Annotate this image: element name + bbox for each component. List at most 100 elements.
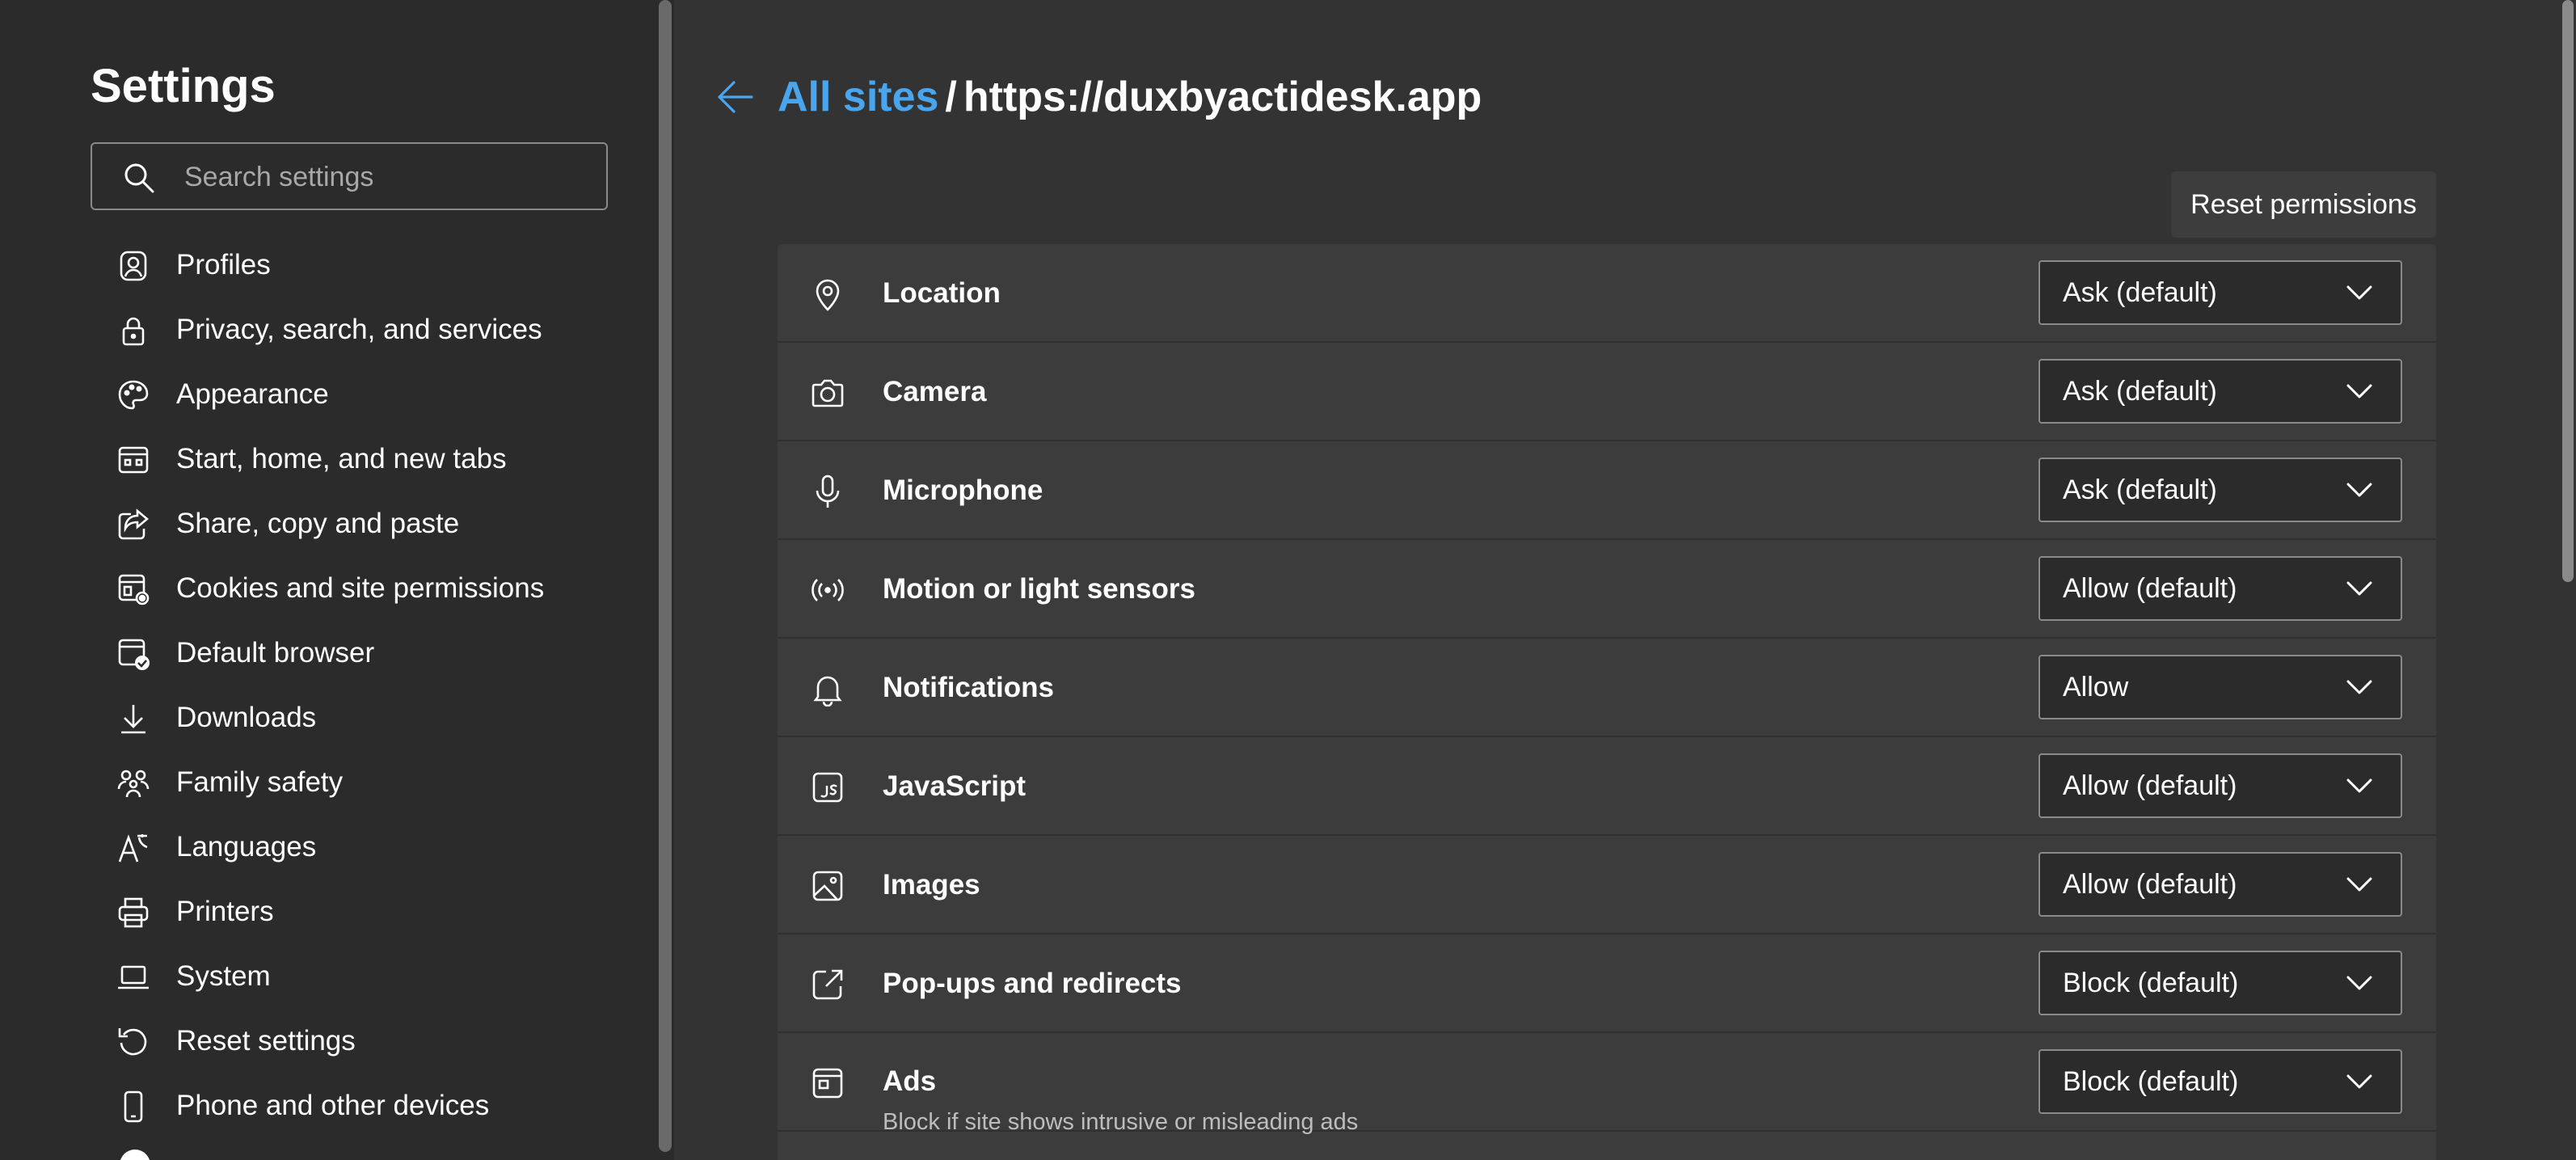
permission-label: Ads [883, 1065, 937, 1097]
default-browser-icon [116, 637, 150, 671]
sidebar-item-label: Share, copy and paste [176, 508, 460, 539]
permission-row-ads: Ads Block if site shows intrusive or mis… [778, 1033, 2436, 1135]
sidebar-item-label: Start, home, and new tabs [176, 443, 507, 475]
search-box[interactable] [91, 142, 608, 210]
sidebar-item-label: Privacy, search, and services [176, 314, 542, 345]
permission-row-location: Location Ask (default) [778, 244, 2436, 343]
reset-permissions-button[interactable]: Reset permissions [2171, 171, 2436, 238]
sidebar-item-label: Downloads [176, 702, 317, 733]
javascript-icon [810, 770, 845, 805]
sidebar-item-family-safety[interactable]: Family safety [91, 750, 640, 815]
languages-icon [116, 831, 150, 865]
dropdown-value: Ask (default) [2063, 475, 2217, 505]
sidebar-item-downloads[interactable]: Downloads [91, 685, 640, 750]
permission-label: Motion or light sensors [883, 573, 1195, 605]
dropdown-value: Allow [2063, 672, 2129, 702]
camera-permission-dropdown[interactable]: Ask (default) [2038, 359, 2402, 424]
main-scrollbar-thumb[interactable] [2562, 0, 2574, 582]
sidebar: Settings Profiles [0, 0, 656, 1160]
ads-icon [810, 1065, 845, 1101]
chevron-down-icon [2346, 380, 2373, 403]
permission-row-microphone: Microphone Ask (default) [778, 441, 2436, 540]
laptop-icon [116, 960, 150, 994]
permission-row-popups: Pop-ups and redirects Block (default) [778, 934, 2436, 1033]
chevron-down-icon [2346, 1070, 2373, 1093]
chevron-down-icon [2346, 972, 2373, 994]
chevron-down-icon [2346, 873, 2373, 896]
cookies-permissions-icon [116, 572, 150, 606]
sidebar-item-profiles[interactable]: Profiles [91, 233, 640, 297]
sidebar-item-partial [120, 1149, 150, 1160]
main-content: All sites / https://duxbyactidesk.app Rese… [676, 0, 2559, 1160]
dropdown-value: Ask (default) [2063, 376, 2217, 407]
chevron-down-icon [2346, 479, 2373, 501]
sidebar-item-share[interactable]: Share, copy and paste [91, 491, 640, 556]
permission-row-javascript: JavaScript Allow (default) [778, 737, 2436, 836]
dropdown-value: Allow (default) [2063, 573, 2237, 604]
permission-row-images: Images Allow (default) [778, 836, 2436, 934]
breadcrumb-separator: / [945, 74, 957, 120]
permission-label: JavaScript [883, 770, 1027, 802]
phone-icon [116, 1090, 150, 1124]
sidebar-item-reset[interactable]: Reset settings [91, 1009, 640, 1074]
settings-window: Settings Profiles [0, 0, 2576, 1160]
back-arrow-icon[interactable] [715, 76, 757, 118]
search-icon [121, 160, 157, 196]
sidebar-item-system[interactable]: System [91, 944, 640, 1009]
images-permission-dropdown[interactable]: Allow (default) [2038, 852, 2402, 917]
popup-icon [810, 967, 845, 1002]
chevron-down-icon [2346, 774, 2373, 797]
sidebar-item-label: Profiles [176, 249, 271, 281]
sidebar-item-appearance[interactable]: Appearance [91, 362, 640, 427]
breadcrumb-all-sites-link[interactable]: All sites [778, 74, 938, 120]
permission-row-camera: Camera Ask (default) [778, 343, 2436, 441]
page-title: https://duxbyactidesk.app [963, 74, 1482, 120]
sidebar-item-label: Languages [176, 831, 317, 863]
sidebar-item-printers[interactable]: Printers [91, 879, 640, 944]
sidebar-nav: Profiles Privacy, search, and services A… [91, 233, 640, 1138]
image-icon [810, 868, 845, 904]
sidebar-item-label: Default browser [176, 637, 375, 669]
reset-icon [116, 1025, 150, 1059]
main-scrollbar[interactable] [2559, 0, 2576, 1160]
dropdown-value: Allow (default) [2063, 869, 2237, 900]
sidebar-item-start-home[interactable]: Start, home, and new tabs [91, 427, 640, 491]
permission-label: Microphone [883, 475, 1043, 506]
breadcrumb: All sites / https://duxbyactidesk.app [778, 66, 1482, 128]
permission-label: Images [883, 869, 980, 901]
sidebar-item-label: Reset settings [176, 1025, 356, 1057]
location-permission-dropdown[interactable]: Ask (default) [2038, 260, 2402, 325]
share-icon [116, 508, 150, 542]
javascript-permission-dropdown[interactable]: Allow (default) [2038, 753, 2402, 818]
popups-permission-dropdown[interactable]: Block (default) [2038, 951, 2402, 1015]
notifications-permission-dropdown[interactable]: Allow [2038, 655, 2402, 719]
home-tabs-icon [116, 443, 150, 477]
sidebar-item-phone[interactable]: Phone and other devices [91, 1074, 640, 1138]
sidebar-scrollbar-thumb[interactable] [659, 0, 672, 1152]
chevron-down-icon [2346, 281, 2373, 304]
lock-icon [116, 314, 150, 348]
location-icon [810, 276, 845, 312]
camera-icon [810, 375, 845, 411]
permission-label: Location [883, 277, 1001, 309]
bell-icon [810, 671, 845, 707]
palette-icon [116, 378, 150, 412]
download-icon [116, 702, 150, 736]
sidebar-title: Settings [91, 60, 276, 112]
sidebar-item-languages[interactable]: Languages [91, 815, 640, 879]
sidebar-item-cookies[interactable]: Cookies and site permissions [91, 556, 640, 621]
sidebar-scrollbar[interactable] [656, 0, 674, 1160]
permission-description: Block if site shows intrusive or mislead… [883, 1109, 1359, 1135]
search-input[interactable] [183, 144, 590, 210]
microphone-permission-dropdown[interactable]: Ask (default) [2038, 458, 2402, 522]
printer-icon [116, 896, 150, 930]
permission-label: Pop-ups and redirects [883, 968, 1182, 999]
ads-permission-dropdown[interactable]: Block (default) [2038, 1049, 2402, 1114]
motion-sensors-permission-dropdown[interactable]: Allow (default) [2038, 556, 2402, 621]
chevron-down-icon [2346, 577, 2373, 600]
sidebar-item-default-browser[interactable]: Default browser [91, 621, 640, 685]
sidebar-item-label: Printers [176, 896, 274, 927]
sensors-icon [810, 572, 845, 608]
sidebar-item-privacy[interactable]: Privacy, search, and services [91, 297, 640, 362]
sidebar-item-label: Family safety [176, 766, 344, 798]
